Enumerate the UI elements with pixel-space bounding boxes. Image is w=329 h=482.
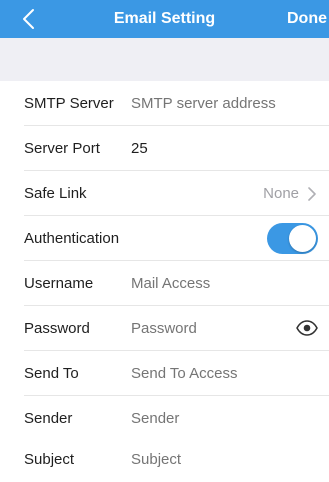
chevron-right-icon — [308, 187, 316, 201]
page-title: Email Setting — [113, 10, 216, 27]
send-to-row: Send To — [0, 351, 329, 396]
username-input[interactable] — [131, 261, 311, 306]
authentication-label: Authentication — [24, 230, 120, 247]
smtp-server-input[interactable] — [131, 81, 311, 126]
username-label: Username — [24, 275, 94, 292]
username-row: Username — [0, 261, 329, 306]
password-input[interactable] — [131, 306, 281, 351]
authentication-toggle[interactable] — [267, 223, 318, 254]
server-port-label: Server Port — [24, 140, 100, 157]
section-spacer — [0, 38, 329, 81]
show-password-button[interactable] — [296, 319, 318, 337]
send-to-label: Send To — [24, 365, 79, 382]
authentication-row: Authentication — [0, 216, 329, 261]
sender-label: Sender — [24, 410, 73, 427]
server-port-input[interactable]: 25 — [131, 126, 148, 171]
sender-row: Sender — [0, 396, 329, 441]
sender-input[interactable] — [131, 396, 311, 441]
password-label: Password — [24, 320, 90, 337]
send-to-input[interactable] — [131, 351, 311, 396]
subject-label: Subject — [24, 451, 75, 468]
nav-bar: Email Setting Done — [0, 0, 329, 38]
subject-row: Subject — [0, 437, 329, 482]
safe-link-label: Safe Link — [24, 185, 87, 202]
server-port-row: Server Port 25 — [0, 126, 329, 171]
smtp-server-row: SMTP Server — [0, 81, 329, 126]
safe-link-row[interactable]: Safe Link None — [0, 171, 329, 216]
toggle-knob — [289, 225, 316, 252]
subject-input[interactable] — [131, 437, 311, 482]
smtp-server-label: SMTP Server — [24, 95, 114, 112]
done-button[interactable]: Done — [287, 10, 327, 28]
safe-link-value: None — [263, 185, 299, 202]
password-row: Password — [0, 306, 329, 351]
eye-icon — [296, 320, 318, 336]
